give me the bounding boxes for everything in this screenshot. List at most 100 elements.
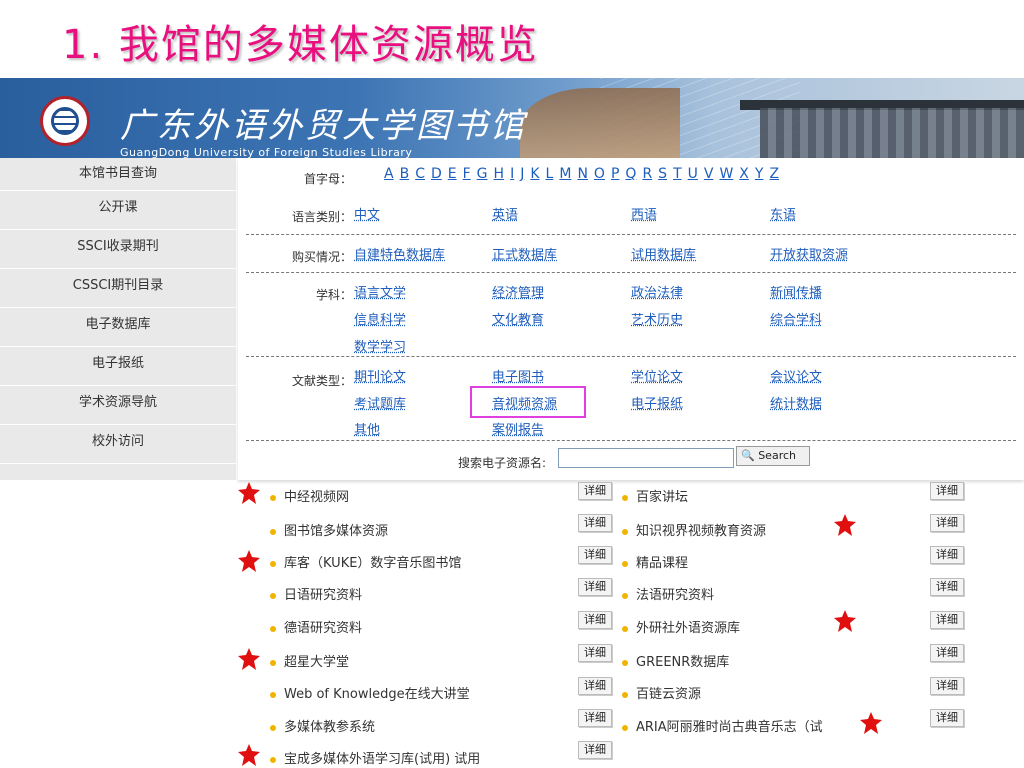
filter-purchase-open-access[interactable]: 开放获取资源 — [770, 244, 848, 263]
filter-doctype-thesis[interactable]: 学位论文 — [631, 366, 683, 385]
detail-button[interactable]: 详细 — [578, 709, 612, 727]
detail-button[interactable]: 详细 — [930, 578, 964, 596]
letter-link-x[interactable]: X — [739, 166, 749, 182]
letter-link-y[interactable]: Y — [755, 166, 764, 182]
letter-link-h[interactable]: H — [494, 166, 505, 182]
list-item[interactable]: 中经视频网 — [270, 486, 349, 505]
filter-subject-literature[interactable]: 语言文学 — [354, 282, 406, 301]
filter-language-western[interactable]: 西语 — [631, 204, 657, 223]
sidebar-item-databases[interactable]: 电子数据库 — [0, 308, 236, 347]
list-item[interactable]: 多媒体教参系统 — [270, 716, 375, 735]
filter-language-english[interactable]: 英语 — [492, 204, 518, 223]
filter-subject-general[interactable]: 综合学科 — [770, 309, 822, 328]
filter-subject-law[interactable]: 政治法律 — [631, 282, 683, 301]
search-button[interactable]: 🔍 Search — [736, 446, 810, 466]
letter-link-q[interactable]: Q — [625, 166, 636, 182]
sidebar-item-offcampus[interactable]: 校外访问 — [0, 425, 236, 464]
letter-link-p[interactable]: P — [611, 166, 619, 182]
detail-button[interactable]: 详细 — [930, 611, 964, 629]
sidebar-item-open-course[interactable]: 公开课 — [0, 191, 236, 230]
filter-subject-economics[interactable]: 经济管理 — [492, 282, 544, 301]
letter-link-n[interactable]: N — [577, 166, 587, 182]
detail-button[interactable]: 详细 — [578, 546, 612, 564]
detail-button[interactable]: 详细 — [930, 546, 964, 564]
letter-link-l[interactable]: L — [546, 166, 554, 182]
letter-link-w[interactable]: W — [719, 166, 733, 182]
filter-subject-information[interactable]: 信息科学 — [354, 309, 406, 328]
letter-link-s[interactable]: S — [658, 166, 667, 182]
filter-doctype-journal[interactable]: 期刊论文 — [354, 366, 406, 385]
detail-button[interactable]: 详细 — [578, 644, 612, 662]
letter-link-e[interactable]: E — [448, 166, 457, 182]
filter-purchase-trial[interactable]: 试用数据库 — [631, 244, 696, 263]
detail-button[interactable]: 详细 — [930, 677, 964, 695]
detail-button[interactable]: 详细 — [930, 709, 964, 727]
letter-link-r[interactable]: R — [642, 166, 652, 182]
detail-button[interactable]: 详细 — [578, 741, 612, 759]
letter-link-g[interactable]: G — [477, 166, 488, 182]
letter-link-z[interactable]: Z — [769, 166, 779, 182]
list-item[interactable]: 百链云资源 — [622, 683, 701, 702]
letter-link-f[interactable]: F — [463, 166, 471, 182]
filter-doctype-other[interactable]: 其他 — [354, 419, 380, 438]
letter-link-b[interactable]: B — [400, 166, 410, 182]
list-item[interactable]: 日语研究资料 — [270, 584, 362, 603]
letter-link-t[interactable]: T — [673, 166, 682, 182]
list-item[interactable]: 百家讲坛 — [622, 486, 688, 505]
detail-button[interactable]: 详细 — [930, 482, 964, 500]
list-item[interactable]: 法语研究资料 — [622, 584, 714, 603]
sidebar-item-catalog[interactable]: 本馆书目查询 — [0, 158, 236, 191]
search-input[interactable] — [558, 448, 734, 468]
list-item[interactable]: GREENR数据库 — [622, 651, 729, 670]
doctype-label: 文献类型： — [291, 374, 352, 388]
letter-link-c[interactable]: C — [415, 166, 425, 182]
letter-link-a[interactable]: A — [384, 166, 394, 182]
filter-purchase-self-built[interactable]: 自建特色数据库 — [354, 244, 445, 263]
filter-doctype-case[interactable]: 案例报告 — [492, 419, 544, 438]
detail-button[interactable]: 详细 — [578, 611, 612, 629]
filter-subject-arts[interactable]: 艺术历史 — [631, 309, 683, 328]
filter-doctype-exam[interactable]: 考试题库 — [354, 393, 406, 412]
library-logo[interactable] — [40, 96, 90, 146]
letter-link-d[interactable]: D — [431, 166, 442, 182]
filter-purchase-formal[interactable]: 正式数据库 — [492, 244, 557, 263]
list-item[interactable]: 德语研究资料 — [270, 617, 362, 636]
filter-doctype-statistics[interactable]: 统计数据 — [770, 393, 822, 412]
detail-button[interactable]: 详细 — [930, 514, 964, 532]
filter-language-chinese[interactable]: 中文 — [354, 204, 380, 223]
list-item[interactable]: Web of Knowledge在线大讲堂 — [270, 683, 470, 702]
filter-doctype-ebook[interactable]: 电子图书 — [492, 366, 544, 385]
list-item[interactable]: 知识视界视频教育资源 — [622, 520, 766, 539]
list-item[interactable]: 精品课程 — [622, 552, 688, 571]
letter-link-i[interactable]: I — [510, 166, 514, 182]
list-item[interactable]: 外研社外语资源库 — [622, 617, 740, 636]
letter-link-o[interactable]: O — [594, 166, 605, 182]
sidebar-item-navigation[interactable]: 学术资源导航 — [0, 386, 236, 425]
list-item[interactable]: 库客（KUKE）数字音乐图书馆 — [270, 552, 461, 571]
detail-button[interactable]: 详细 — [930, 644, 964, 662]
filter-doctype-conference[interactable]: 会议论文 — [770, 366, 822, 385]
filter-subject-journalism[interactable]: 新闻传播 — [770, 282, 822, 301]
detail-button[interactable]: 详细 — [578, 514, 612, 532]
filter-doctype-newspaper[interactable]: 电子报纸 — [631, 393, 683, 412]
detail-button[interactable]: 详细 — [578, 677, 612, 695]
filter-subject-education[interactable]: 文化教育 — [492, 309, 544, 328]
letter-link-m[interactable]: M — [559, 166, 571, 182]
sidebar-item-ssci[interactable]: SSCI收录期刊 — [0, 230, 236, 269]
letter-link-u[interactable]: U — [688, 166, 698, 182]
list-item[interactable]: ARIA阿丽雅时尚古典音乐志（试 — [622, 716, 823, 735]
letter-link-k[interactable]: K — [530, 166, 539, 182]
list-item[interactable]: 宝成多媒体外语学习库(试用) 试用 — [270, 748, 480, 767]
list-item[interactable]: 超星大学堂 — [270, 651, 349, 670]
list-item[interactable]: 图书馆多媒体资源 — [270, 520, 388, 539]
letter-link-j[interactable]: J — [520, 166, 524, 182]
detail-button[interactable]: 详细 — [578, 482, 612, 500]
library-name-english: GuangDong University of Foreign Studies … — [120, 146, 413, 158]
filter-subject-math[interactable]: 数学学习 — [354, 336, 406, 355]
bullet-icon — [270, 528, 276, 535]
letter-link-v[interactable]: V — [704, 166, 714, 182]
detail-button[interactable]: 详细 — [578, 578, 612, 596]
filter-language-eastern[interactable]: 东语 — [770, 204, 796, 223]
sidebar-item-newspapers[interactable]: 电子报纸 — [0, 347, 236, 386]
sidebar-item-cssci[interactable]: CSSCI期刊目录 — [0, 269, 236, 308]
